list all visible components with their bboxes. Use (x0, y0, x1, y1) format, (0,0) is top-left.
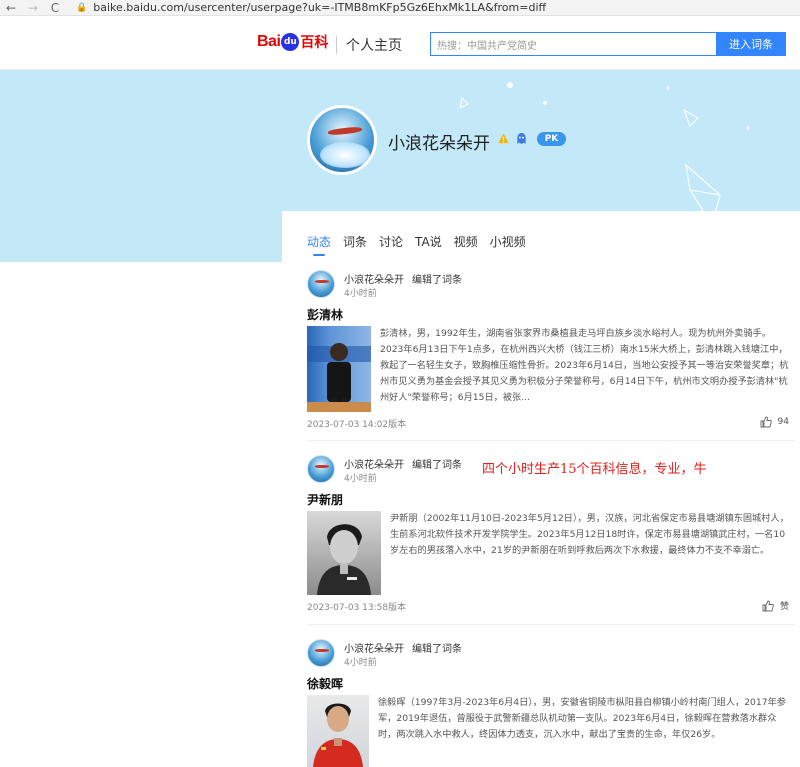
site-header: Bai du 百科 个人主页 热搜：中国共产党简史 进入词条 (0, 16, 800, 70)
feed-author[interactable]: 小浪花朵朵开 (344, 640, 404, 655)
profile-avatar[interactable] (307, 105, 377, 175)
tab-discussion[interactable]: 讨论 (379, 233, 403, 256)
like-count: 赞 (779, 602, 789, 612)
search-button[interactable]: 进入词条 (716, 32, 786, 56)
pk-button[interactable]: PK (537, 132, 566, 146)
feed-item: 小浪花朵朵开 编辑了词条 4小时前 彭清林 彭清林，男，1992年生，湖南省张家… (307, 270, 795, 430)
entry-summary: 徐毅晖（1997年3月-2023年6月4日），男，安徽省铜陵市枞阳县白柳镇小岭村… (378, 697, 786, 740)
baidu-baike-logo[interactable]: Bai du 百科 (257, 32, 328, 52)
reload-button[interactable]: C (44, 0, 66, 16)
logo-divider (336, 36, 337, 54)
like-button[interactable]: 赞 (762, 599, 789, 612)
tab-ta-says[interactable]: TA说 (415, 233, 442, 256)
paw-icon: du (281, 33, 300, 51)
level-badge-icon (498, 133, 509, 144)
tab-activity[interactable]: 动态 (307, 233, 331, 256)
feed-action: 编辑了词条 (412, 275, 462, 286)
overlay-annotation: 四个小时生产15个百科信息，专业，牛 (482, 462, 707, 477)
page-title: 个人主页 (346, 38, 402, 54)
feed-author[interactable]: 小浪花朵朵开 (344, 456, 404, 471)
like-button[interactable]: 94 (760, 416, 789, 428)
entry-summary: 彭清林，男，1992年生，湖南省张家界市桑植县走马坪白族乡淡水峪村人。现为杭州外… (380, 328, 789, 403)
feed-item: 小浪花朵朵开 编辑了词条 4小时前 徐毅晖 徐毅晖（1997年3月-2023年6… (307, 639, 795, 767)
search-input[interactable]: 热搜：中国共产党简史 (430, 32, 716, 56)
thumbs-up-icon (760, 416, 772, 428)
entry-thumbnail[interactable] (307, 695, 369, 767)
forward-button[interactable]: → (22, 0, 44, 16)
feed-action: 编辑了词条 (412, 460, 462, 471)
feed-divider (307, 624, 795, 625)
address-bar[interactable]: baike.baidu.com/usercenter/userpage?uk=-… (93, 1, 546, 14)
feed-title[interactable]: 徐毅晖 (307, 675, 795, 693)
feed-time: 4小时前 (344, 474, 377, 484)
author-avatar[interactable] (307, 455, 335, 483)
feed-divider (307, 440, 795, 441)
profile-tabs: 动态 词条 讨论 TA说 视频 小视频 (307, 233, 538, 256)
tab-videos[interactable]: 视频 (454, 233, 478, 256)
browser-toolbar: ← → C 🔒 baike.baidu.com/usercenter/userp… (0, 0, 800, 16)
version-info[interactable]: 2023-07-03 14:02版本 (307, 417, 406, 430)
feed-time: 4小时前 (344, 289, 377, 299)
feed-time: 4小时前 (344, 658, 377, 668)
lock-icon: 🔒 (76, 2, 88, 13)
profile-username: 小浪花朵朵开 (388, 134, 490, 154)
like-count: 94 (777, 417, 789, 427)
thumbs-up-icon (762, 600, 774, 611)
feed-author[interactable]: 小浪花朵朵开 (344, 271, 404, 286)
version-info[interactable]: 2023-07-03 13:58版本 (307, 600, 406, 613)
author-avatar[interactable] (307, 270, 335, 298)
tab-entries[interactable]: 词条 (343, 233, 367, 256)
entry-summary: 尹新朋（2002年11月10日-2023年5月12日），男，汉族，河北省保定市易… (390, 513, 789, 556)
activity-card: 动态 词条 讨论 TA说 视频 小视频 小浪花朵朵开 编辑了词条 4小时前 彭清… (282, 211, 800, 767)
back-button[interactable]: ← (0, 0, 22, 16)
feed-action: 编辑了词条 (412, 644, 462, 655)
author-avatar[interactable] (307, 639, 335, 667)
feed-title[interactable]: 彭清林 (307, 306, 795, 324)
tab-short-videos[interactable]: 小视频 (490, 233, 526, 256)
entry-thumbnail[interactable] (307, 511, 381, 595)
ghost-badge-icon (517, 133, 526, 144)
entry-thumbnail[interactable] (307, 326, 371, 412)
logo-bai-text: Bai (257, 33, 281, 50)
feed-title[interactable]: 尹新朋 (307, 491, 795, 509)
logo-baike-text: 百科 (300, 35, 329, 51)
